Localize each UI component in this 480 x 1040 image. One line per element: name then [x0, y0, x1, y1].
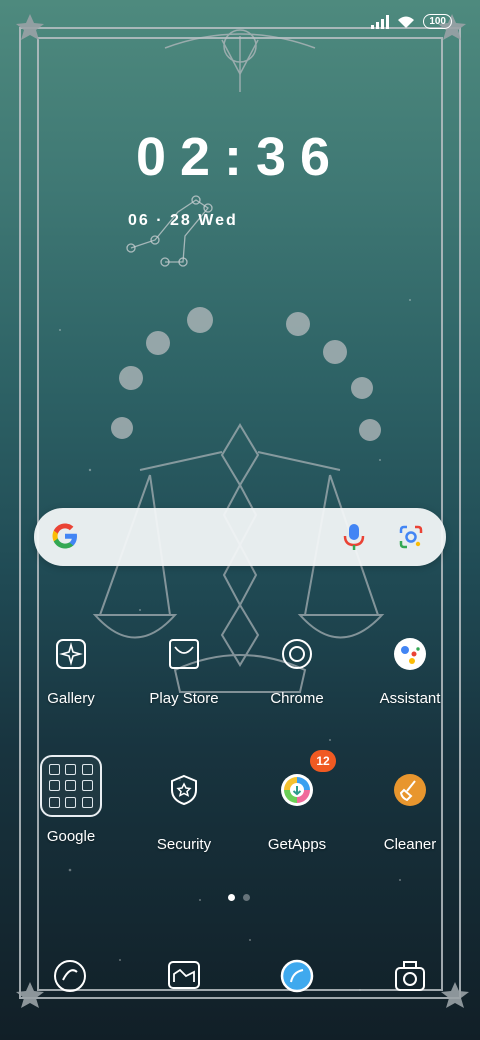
app-play-store[interactable]: Play Store	[129, 630, 239, 707]
app-label: Chrome	[270, 690, 324, 707]
google-g-icon	[52, 523, 77, 549]
app-label: Gallery	[47, 690, 95, 707]
assistant-icon	[386, 630, 434, 678]
app-label: Cleaner	[383, 836, 437, 853]
app-gallery[interactable]: Gallery	[16, 630, 126, 707]
camera-icon	[395, 961, 425, 991]
browser-icon	[280, 959, 314, 993]
signal-icon	[371, 14, 390, 29]
app-label: Google	[46, 828, 96, 845]
app-label: GetApps	[267, 836, 327, 853]
messages-icon	[168, 961, 200, 989]
app-security[interactable]: Security	[129, 766, 239, 853]
app-assistant[interactable]: Assistant	[355, 630, 465, 707]
phone-icon	[54, 960, 86, 992]
page-indicator	[228, 894, 250, 901]
dock-camera[interactable]	[392, 958, 428, 994]
page-dot	[243, 894, 250, 901]
dock-phone[interactable]	[52, 958, 88, 994]
google-folder-icon	[39, 754, 103, 818]
app-getapps[interactable]: 12 GetApps	[242, 750, 352, 853]
clock-date[interactable]: 06 · 28 Wed	[128, 212, 238, 230]
clock-time[interactable]: 02:36	[0, 126, 480, 188]
app-label: Assistant	[379, 690, 441, 707]
app-chrome[interactable]: Chrome	[242, 630, 352, 707]
app-label: Security	[156, 836, 212, 853]
notification-badge: 12	[310, 750, 336, 772]
status-bar: 100	[371, 14, 452, 29]
app-cleaner[interactable]: Cleaner	[355, 766, 465, 853]
page-dot-active	[228, 894, 235, 901]
google-lens-icon[interactable]	[398, 524, 424, 550]
dock-messages[interactable]	[166, 958, 202, 994]
gallery-icon	[47, 630, 95, 678]
cleaner-icon	[386, 766, 434, 814]
battery-icon: 100	[423, 14, 452, 29]
google-search-bar[interactable]	[34, 508, 446, 566]
chrome-icon	[273, 630, 321, 678]
folder-google[interactable]: Google	[16, 754, 126, 845]
security-icon	[160, 766, 208, 814]
dock-browser[interactable]	[279, 958, 315, 994]
play-store-icon	[160, 630, 208, 678]
wifi-icon	[398, 16, 415, 28]
getapps-icon	[273, 766, 321, 814]
app-label: Play Store	[149, 690, 219, 707]
mic-icon[interactable]	[342, 522, 366, 552]
